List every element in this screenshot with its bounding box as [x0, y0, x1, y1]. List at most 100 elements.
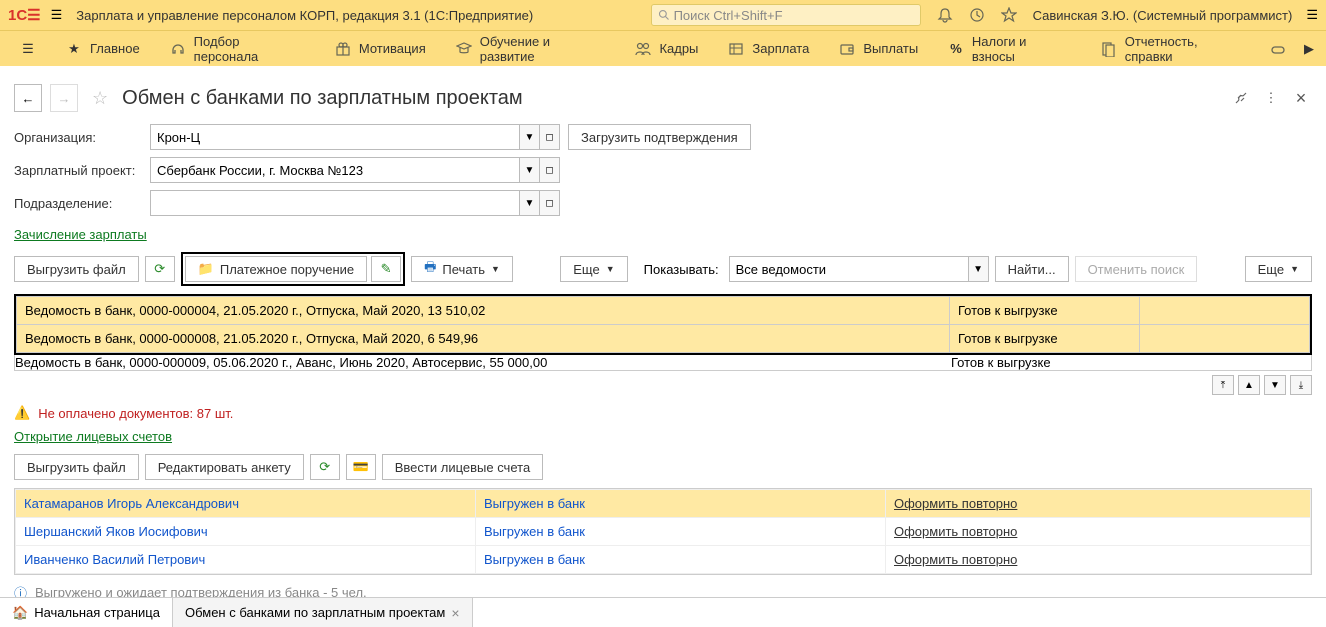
dept-input[interactable]: [150, 190, 520, 216]
load-confirmations-button[interactable]: Загрузить подтверждения: [568, 124, 751, 150]
bell-icon[interactable]: [937, 7, 953, 23]
statement-status: Готов к выгрузке: [950, 297, 1140, 325]
salary-credit-link[interactable]: Зачисление зарплаты: [14, 227, 147, 242]
page-last-icon[interactable]: ⤓: [1290, 375, 1312, 395]
warning-row: ⚠️ Не оплачено документов: 87 шт.: [0, 399, 1326, 427]
page-up-icon[interactable]: ▲: [1238, 375, 1260, 395]
statement-extra: [1140, 297, 1310, 325]
nav-hr[interactable]: Кадры: [621, 31, 712, 67]
accounts-table[interactable]: Катамаранов Игорь АлександровичВыгружен …: [14, 488, 1312, 575]
global-search[interactable]: Поиск Ctrl+Shift+F: [651, 4, 921, 26]
statement-extra: [1141, 355, 1311, 370]
edit-profile-button[interactable]: Редактировать анкету: [145, 454, 304, 480]
person-action[interactable]: Оформить повторно: [886, 518, 1311, 546]
edit-button[interactable]: ✎: [371, 256, 401, 282]
person-status[interactable]: Выгружен в банк: [476, 518, 886, 546]
person-status[interactable]: Выгружен в банк: [476, 490, 886, 518]
open-accounts-link[interactable]: Открытие лицевых счетов: [14, 429, 172, 444]
close-icon[interactable]: ×: [1290, 87, 1312, 109]
close-icon[interactable]: ×: [451, 605, 459, 621]
statement-extra: [1140, 325, 1310, 353]
headset-icon: [170, 41, 186, 57]
kebab-icon[interactable]: ⋮: [1260, 87, 1282, 109]
statement-status: Готов к выгрузке: [951, 355, 1141, 370]
person-name[interactable]: Катамаранов Игорь Александрович: [16, 490, 476, 518]
filters: Организация: ▼ ◻ Загрузить подтверждения…: [0, 120, 1326, 227]
back-button[interactable]: ←: [14, 84, 42, 112]
card-button[interactable]: 💳: [346, 454, 376, 480]
page-first-icon[interactable]: ⤒: [1212, 375, 1234, 395]
statement-desc: Ведомость в банк, 0000-000004, 21.05.202…: [17, 297, 950, 325]
project-input[interactable]: [150, 157, 520, 183]
org-input[interactable]: [150, 124, 520, 150]
enter-accounts-button[interactable]: Ввести лицевые счета: [382, 454, 543, 480]
statement-desc: Ведомость в банк, 0000-000009, 05.06.202…: [15, 355, 951, 370]
main-menu-icon[interactable]: ☰: [51, 7, 63, 23]
table-icon: [728, 41, 744, 57]
nav-burger[interactable]: ☰: [6, 31, 50, 67]
tab-exchange[interactable]: Обмен с банками по зарплатным проектам ×: [173, 598, 473, 627]
toolbar-accounts: Выгрузить файл Редактировать анкету ⟳ 💳 …: [0, 448, 1326, 486]
chevron-down-icon[interactable]: ▼: [520, 157, 540, 183]
statement-status: Готов к выгрузке: [950, 325, 1140, 353]
nav-payments[interactable]: Выплаты: [825, 31, 932, 67]
print-button[interactable]: 🖶 Печать ▼: [411, 256, 513, 282]
pager: ⤒ ▲ ▼ ⤓: [0, 371, 1326, 399]
project-combo[interactable]: ▼ ◻: [150, 157, 560, 183]
refresh-icon: ⟳: [154, 261, 165, 277]
favorite-star-icon[interactable]: ☆: [92, 88, 108, 109]
table-row[interactable]: Иванченко Василий ПетровичВыгружен в бан…: [16, 546, 1311, 574]
star-icon[interactable]: [1001, 7, 1017, 23]
show-input[interactable]: [729, 256, 969, 282]
org-combo[interactable]: ▼ ◻: [150, 124, 560, 150]
export-file-button[interactable]: Выгрузить файл: [14, 256, 139, 282]
nav-salary[interactable]: Зарплата: [714, 31, 823, 67]
export-file-button-2[interactable]: Выгрузить файл: [14, 454, 139, 480]
chevron-down-icon[interactable]: ▼: [969, 256, 989, 282]
page-down-icon[interactable]: ▼: [1264, 375, 1286, 395]
nav-main[interactable]: ★Главное: [52, 31, 154, 67]
payment-order-button[interactable]: 📁 Платежное поручение: [185, 256, 367, 282]
warning-icon: ⚠️: [14, 405, 30, 421]
person-status[interactable]: Выгружен в банк: [476, 546, 886, 574]
nav-reports[interactable]: Отчетность, справки: [1087, 31, 1260, 67]
table-row[interactable]: Шершанский Яков ИосифовичВыгружен в банк…: [16, 518, 1311, 546]
search-placeholder: Поиск Ctrl+Shift+F: [674, 8, 783, 23]
person-name[interactable]: Иванченко Василий Петрович: [16, 546, 476, 574]
open-icon[interactable]: ◻: [540, 157, 560, 183]
chevron-down-icon[interactable]: ▼: [520, 190, 540, 216]
search-icon: [658, 9, 670, 21]
org-label: Организация:: [14, 130, 142, 145]
find-button[interactable]: Найти...: [995, 256, 1069, 282]
table-row[interactable]: Ведомость в банк, 0000-000004, 21.05.202…: [17, 297, 1310, 325]
nav-training[interactable]: Обучение и развитие: [442, 31, 620, 67]
home-icon: 🏠: [12, 605, 28, 621]
table-row[interactable]: Ведомость в банк, 0000-000008, 21.05.202…: [17, 325, 1310, 353]
person-action[interactable]: Оформить повторно: [886, 490, 1311, 518]
refresh-button-2[interactable]: ⟳: [310, 454, 340, 480]
nav-motivation[interactable]: Мотивация: [321, 31, 440, 67]
window-options-icon[interactable]: ☰: [1306, 7, 1318, 23]
open-icon[interactable]: ◻: [540, 124, 560, 150]
statements-table[interactable]: Ведомость в банк, 0000-000004, 21.05.202…: [14, 294, 1312, 355]
table-row[interactable]: Ведомость в банк, 0000-000009, 05.06.202…: [15, 355, 1311, 370]
refresh-button[interactable]: ⟳: [145, 256, 175, 282]
more-button[interactable]: Еще▼: [560, 256, 627, 282]
table-row[interactable]: Катамаранов Игорь АлександровичВыгружен …: [16, 490, 1311, 518]
open-icon[interactable]: ◻: [540, 190, 560, 216]
nav-taxes[interactable]: %Налоги и взносы: [934, 31, 1085, 67]
current-user[interactable]: Савинская З.Ю. (Системный программист): [1033, 8, 1293, 23]
history-icon[interactable]: [969, 7, 985, 23]
nav-recruit[interactable]: Подбор персонала: [156, 31, 319, 67]
nav-scroll-right-icon[interactable]: ▶: [1298, 31, 1320, 67]
person-action[interactable]: Оформить повторно: [886, 546, 1311, 574]
dept-combo[interactable]: ▼ ◻: [150, 190, 560, 216]
project-label: Зарплатный проект:: [14, 163, 142, 178]
more-button-2[interactable]: Еще▼: [1245, 256, 1312, 282]
nav-extra-icon[interactable]: [1262, 31, 1294, 67]
link-icon[interactable]: [1230, 87, 1252, 109]
tab-home[interactable]: 🏠 Начальная страница: [0, 598, 173, 627]
person-name[interactable]: Шершанский Яков Иосифович: [16, 518, 476, 546]
chevron-down-icon[interactable]: ▼: [520, 124, 540, 150]
show-combo[interactable]: ▼: [729, 256, 989, 282]
